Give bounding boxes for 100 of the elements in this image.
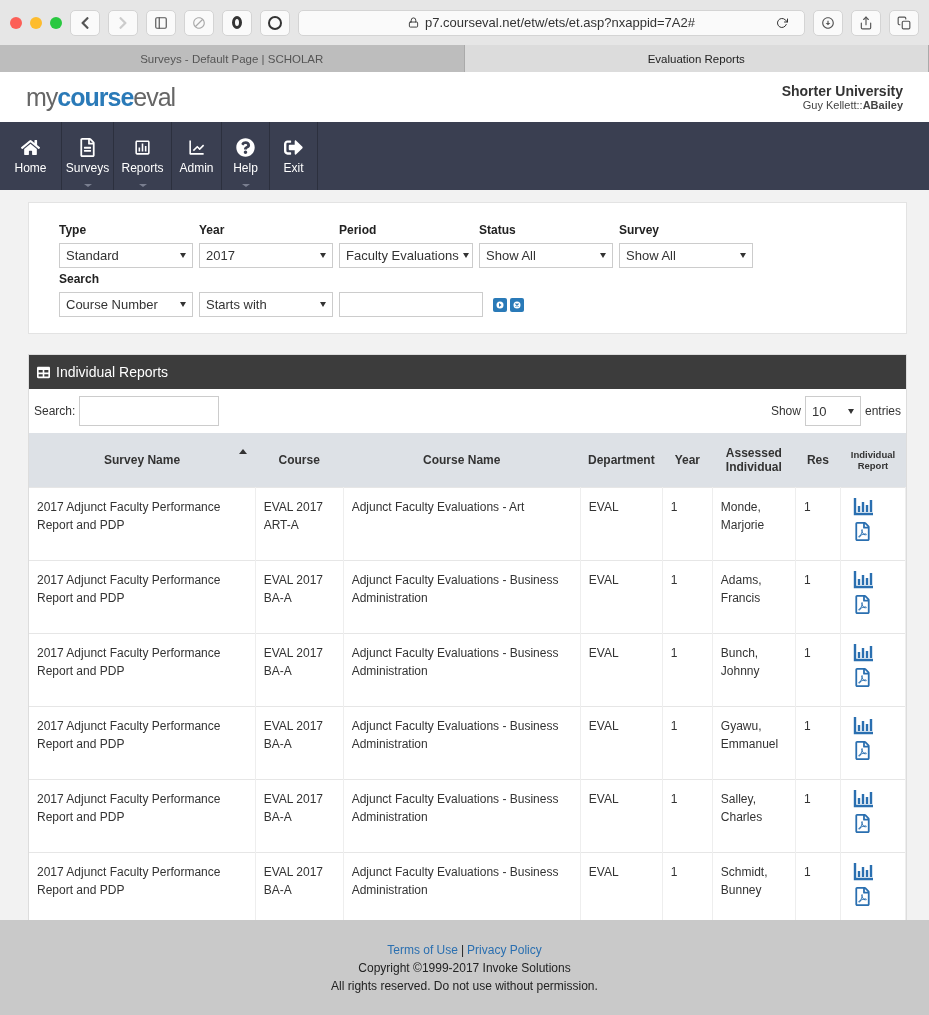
column-header[interactable]: Year xyxy=(662,433,713,487)
pdf-icon[interactable] xyxy=(852,521,872,541)
share-icon xyxy=(859,15,873,30)
filter-label: Period xyxy=(339,223,378,237)
table-search-input[interactable] xyxy=(79,396,220,426)
table-cell: Adjunct Faculty Evaluations - Business Administration xyxy=(343,560,581,633)
table-cell: Adjunct Faculty Evaluations - Business Administration xyxy=(343,633,581,706)
pdf-icon[interactable] xyxy=(852,594,872,614)
table-icon xyxy=(37,365,50,379)
table-cell: Adams, Francis xyxy=(712,560,796,633)
column-header[interactable]: Res xyxy=(795,433,841,487)
lock-icon xyxy=(408,17,420,28)
tabs-icon xyxy=(897,15,911,30)
bar-chart-icon[interactable] xyxy=(852,787,875,808)
institution-name: Shorter University xyxy=(781,83,903,99)
bar-chart-icon[interactable] xyxy=(852,641,875,662)
table-cell: 1 xyxy=(795,560,841,633)
filter-label: Survey xyxy=(619,223,661,237)
column-header[interactable]: Assessed Individual xyxy=(712,433,796,487)
download-button[interactable] xyxy=(813,9,843,36)
sidebar-button[interactable] xyxy=(146,9,176,36)
back-button[interactable] xyxy=(70,9,100,36)
rights-text: All rights reserved. Do not use without permission. xyxy=(331,978,598,993)
column-header[interactable]: Course xyxy=(255,433,344,487)
filter-label: Type xyxy=(59,223,88,237)
table-cell: 1 xyxy=(795,779,841,852)
clear-search-button[interactable] xyxy=(510,298,524,312)
sidebar-icon xyxy=(154,15,168,30)
filter-label: Year xyxy=(199,223,226,237)
block-icon xyxy=(192,15,206,30)
separator: | xyxy=(460,942,465,957)
table-cell: 2017 Adjunct Faculty Performance Report and PDP xyxy=(29,487,256,560)
table-cell: EVAL 2017 ART-A xyxy=(255,487,344,560)
reload-icon[interactable] xyxy=(776,16,788,29)
table-cell: EVAL xyxy=(580,560,663,633)
download-icon xyxy=(821,15,835,30)
info-button[interactable] xyxy=(260,9,290,36)
filter-dropdown[interactable]: Standard xyxy=(59,243,193,268)
table-cell: Adjunct Faculty Evaluations - Business Administration xyxy=(343,706,581,779)
pdf-icon[interactable] xyxy=(852,740,872,760)
home-icon xyxy=(21,137,40,157)
bar-chart-icon[interactable] xyxy=(852,568,875,589)
table-cell: Adjunct Faculty Evaluations - Business Administration xyxy=(343,779,581,852)
table-cell: 1 xyxy=(795,706,841,779)
extension-button[interactable] xyxy=(222,9,252,36)
table-cell: EVAL xyxy=(580,779,663,852)
table-cell: EVAL 2017 BA-A xyxy=(255,706,344,779)
filter-dropdown[interactable]: Faculty Evaluations xyxy=(339,243,473,268)
table-cell: 1 xyxy=(795,633,841,706)
column-header[interactable]: Survey Name xyxy=(29,433,256,487)
table-cell: 1 xyxy=(795,487,841,560)
table-cell: EVAL xyxy=(580,487,663,560)
table-cell: 1 xyxy=(662,560,713,633)
share-button[interactable] xyxy=(851,9,881,36)
bar-chart-icon[interactable] xyxy=(852,495,875,516)
logo: mycourseeval xyxy=(26,82,176,112)
column-header[interactable]: Individual Report xyxy=(840,433,906,487)
user-name: Guy Kellett::ABailey xyxy=(802,99,903,111)
table-cell: Adjunct Faculty Evaluations - Art xyxy=(343,487,581,560)
column-header[interactable]: Department xyxy=(580,433,663,487)
table-cell: 2017 Adjunct Faculty Performance Report and PDP xyxy=(29,706,256,779)
tabs-button[interactable] xyxy=(889,9,919,36)
table-cell: EVAL xyxy=(580,706,663,779)
pdf-icon[interactable] xyxy=(852,886,872,906)
bar-chart-icon[interactable] xyxy=(852,714,875,735)
address-bar[interactable]: p7.courseval.net/etw/ets/et.asp?nxappid=7A2# xyxy=(298,9,805,36)
panel-title: Individual Reports xyxy=(56,364,169,380)
filter-label: Search xyxy=(59,272,101,286)
copyright-text: Copyright ©1999-2017 Invoke Solutions xyxy=(358,960,571,975)
pdf-icon[interactable] xyxy=(852,813,872,833)
filter-dropdown[interactable]: Show All xyxy=(479,243,613,268)
help-icon xyxy=(236,137,255,157)
document-icon xyxy=(78,137,97,157)
table-cell: EVAL 2017 BA-A xyxy=(255,633,344,706)
search-input[interactable] xyxy=(339,292,483,317)
search-go-button[interactable] xyxy=(493,298,507,312)
table-cell: Bunch, Johnny xyxy=(712,633,796,706)
table-cell: 1 xyxy=(662,487,713,560)
table-cell: 2017 Adjunct Faculty Performance Report and PDP xyxy=(29,779,256,852)
table-cell: 2017 Adjunct Faculty Performance Report and PDP xyxy=(29,633,256,706)
table-cell: EVAL xyxy=(580,633,663,706)
table-cell: 1 xyxy=(662,706,713,779)
table-cell: Salley, Charles xyxy=(712,779,796,852)
table-cell: Monde, Marjorie xyxy=(712,487,796,560)
table-cell: 1 xyxy=(662,779,713,852)
table-cell: Gyawu, Emmanuel xyxy=(712,706,796,779)
bar-chart-icon[interactable] xyxy=(852,860,875,881)
filter-dropdown[interactable]: Show All xyxy=(619,243,753,268)
exit-icon xyxy=(284,137,303,157)
pdf-icon[interactable] xyxy=(852,667,872,687)
table-cell: EVAL 2017 BA-A xyxy=(255,779,344,852)
show-label: Show xyxy=(770,404,801,418)
column-header[interactable]: Course Name xyxy=(343,433,581,487)
page-size-dropdown[interactable]: 10 xyxy=(804,396,861,426)
browser-tab[interactable]: Evaluation Reports xyxy=(464,45,929,72)
table-cell: EVAL 2017 BA-A xyxy=(255,560,344,633)
search-field-dropdown[interactable]: Course Number xyxy=(59,292,193,317)
filter-dropdown[interactable]: 2017 xyxy=(199,243,333,268)
search-mode-dropdown[interactable]: Starts with xyxy=(199,292,333,317)
search-label: Search: xyxy=(34,404,76,418)
